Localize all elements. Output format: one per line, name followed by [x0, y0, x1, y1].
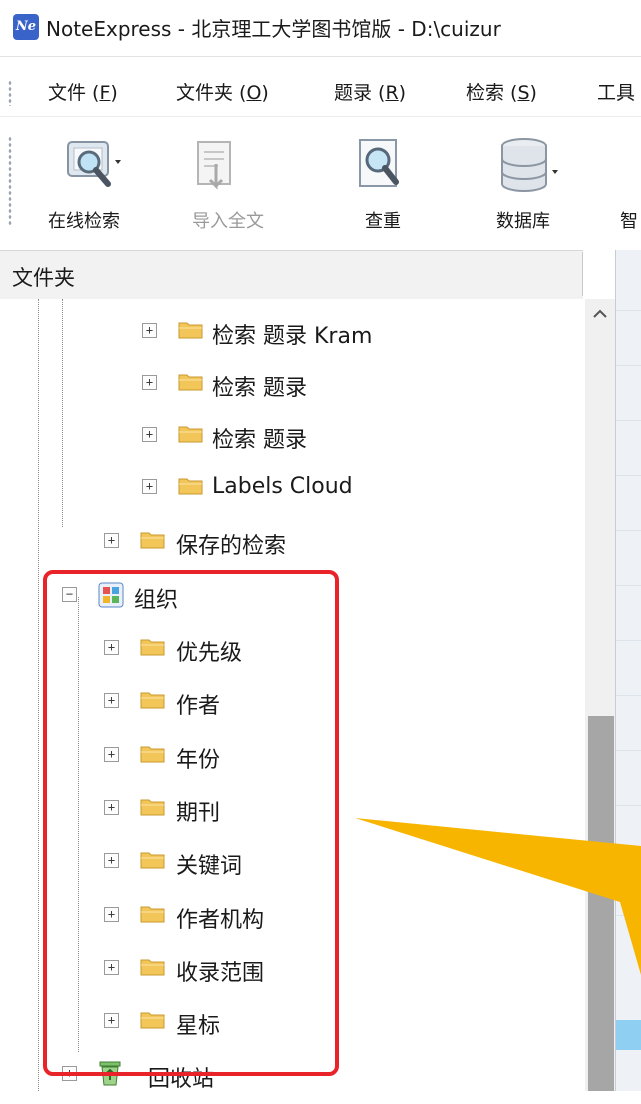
- row-divider: [616, 640, 641, 641]
- toolbar-grip: [8, 136, 12, 226]
- dedupe-label: 查重: [365, 211, 401, 232]
- tree-item-label: 检索 题录: [212, 428, 307, 453]
- menu-records[interactable]: 题录 (R): [334, 78, 406, 105]
- menu-grip: [8, 80, 12, 106]
- row-divider: [616, 530, 641, 531]
- tree-item-search-records-1[interactable]: + 检索 题录: [0, 363, 585, 413]
- row-divider: [616, 860, 641, 861]
- import-fulltext-icon: [197, 141, 231, 190]
- tree-item-label: 保存的检索: [176, 534, 287, 559]
- dedupe-icon: [359, 139, 399, 187]
- record-list-pane[interactable]: [615, 250, 641, 1091]
- menu-records-label: 题录 (: [334, 82, 386, 104]
- selected-row-indicator: [616, 1020, 641, 1050]
- tree-item-label: Labels Cloud: [212, 474, 353, 499]
- folder-icon: [178, 426, 203, 443]
- import-fulltext-button[interactable]: 导入全文: [160, 130, 280, 240]
- folder-icon: [178, 322, 203, 339]
- scroll-up-icon[interactable]: [590, 304, 610, 324]
- folder-icon: [178, 374, 203, 391]
- row-divider: [616, 365, 641, 366]
- menu-search-tail: ): [529, 82, 537, 104]
- tree-item-search-records-2[interactable]: + 检索 题录: [0, 415, 585, 465]
- row-divider: [616, 475, 641, 476]
- import-fulltext-label: 导入全文: [192, 211, 264, 232]
- tree-item-search-kram[interactable]: + 检索 题录 Kram: [0, 311, 585, 361]
- expand-icon[interactable]: +: [142, 375, 157, 390]
- menu-folder-accesskey: O: [246, 82, 262, 104]
- expand-icon[interactable]: +: [104, 533, 119, 548]
- menu-folder-tail: ): [261, 82, 269, 104]
- menu-search-accesskey: S: [517, 82, 530, 104]
- row-divider: [616, 695, 641, 696]
- window-title: NoteExpress - 北京理工大学图书馆版 - D:\cuizur: [46, 17, 501, 41]
- menu-search-label: 检索 (: [466, 82, 518, 104]
- row-divider: [616, 805, 641, 806]
- online-search-label: 在线检索: [48, 211, 120, 232]
- folder-pane-header: [0, 250, 583, 300]
- menu-tools-label: 工具: [597, 82, 636, 104]
- menu-search[interactable]: 检索 (S): [466, 78, 537, 105]
- tree-item-label: 检索 题录: [212, 376, 307, 401]
- menu-tools[interactable]: 工具: [597, 78, 641, 105]
- expand-icon[interactable]: +: [142, 479, 157, 494]
- database-icon: [501, 138, 558, 192]
- menu-file-accesskey: F: [99, 82, 111, 104]
- expand-icon[interactable]: +: [142, 427, 157, 442]
- menu-file[interactable]: 文件 (F): [48, 78, 118, 105]
- folder-icon: [140, 532, 165, 549]
- header-divider: [582, 252, 583, 296]
- online-search-button[interactable]: 在线检索: [40, 130, 160, 240]
- folder-icon: [178, 478, 203, 495]
- row-divider: [616, 420, 641, 421]
- row-divider: [616, 750, 641, 751]
- row-divider: [616, 915, 641, 916]
- scrollbar-thumb[interactable]: [588, 716, 614, 1091]
- menu-file-tail: ): [110, 82, 118, 104]
- menu-folder[interactable]: 文件夹 (O): [176, 78, 269, 105]
- dedupe-button[interactable]: 查重: [340, 130, 440, 240]
- expand-icon[interactable]: +: [142, 323, 157, 338]
- menu-records-tail: ): [398, 82, 407, 104]
- tree-item-saved-searches[interactable]: + 保存的检索: [0, 521, 585, 571]
- highlight-box: [43, 570, 339, 1076]
- online-search-icon: [67, 141, 121, 187]
- database-button[interactable]: 数据库: [480, 130, 590, 240]
- row-divider: [616, 310, 641, 311]
- toolbar-next-partial-label: 智: [620, 211, 638, 232]
- menu-folder-label: 文件夹 (: [176, 82, 247, 104]
- row-divider: [616, 585, 641, 586]
- menu-file-label: 文件 (: [48, 82, 100, 104]
- tree-item-labels-cloud[interactable]: + Labels Cloud: [0, 467, 585, 517]
- database-label: 数据库: [496, 211, 550, 232]
- folder-pane-title: 文件夹: [12, 266, 75, 290]
- menu-records-accesskey: R: [385, 82, 399, 104]
- app-logo-icon: Ne: [13, 14, 39, 40]
- tree-item-label: 检索 题录 Kram: [212, 324, 373, 349]
